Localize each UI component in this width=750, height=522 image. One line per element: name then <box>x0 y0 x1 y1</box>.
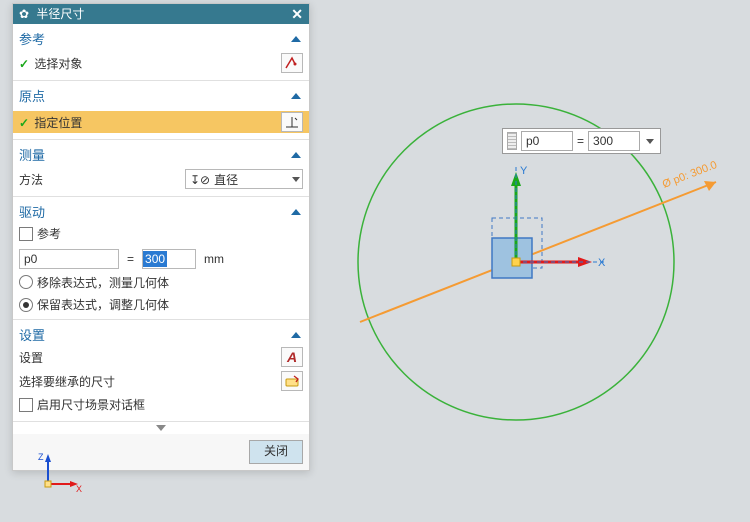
triad-x-label: X <box>76 484 82 494</box>
radio-keep-expr-label: 保留表达式，调整几何体 <box>37 296 169 313</box>
panel-title-text: 半径尺寸 <box>36 7 84 21</box>
reference-checkbox-label: 参考 <box>37 225 61 242</box>
radio-icon[interactable] <box>19 298 33 312</box>
pick-object-button[interactable] <box>281 53 303 73</box>
panel-title-left: ✿ 半径尺寸 <box>19 4 84 24</box>
section-head-origin[interactable]: 原点 <box>19 83 303 107</box>
inherit-dim-row[interactable]: 选择要继承的尺寸 <box>19 370 303 392</box>
expression-value-text: 300 <box>143 251 167 267</box>
expression-name-input[interactable]: p0 <box>19 249 119 269</box>
checkbox-icon[interactable] <box>19 398 33 412</box>
inherit-dim-label: 选择要继承的尺寸 <box>19 373 115 390</box>
close-icon[interactable]: ✕ <box>291 4 303 24</box>
section-head-reference[interactable]: 参考 <box>19 26 303 50</box>
section-drive: 驱动 参考 p0 = 300 mm 移除表达式，测量几何体 <box>13 197 309 320</box>
unit-select[interactable]: mm <box>200 249 230 269</box>
dimension-line <box>360 182 716 322</box>
floating-param-box[interactable]: p0 = 300 <box>502 128 661 154</box>
radio-remove-expr[interactable]: 移除表达式，测量几何体 <box>19 274 169 291</box>
method-select[interactable]: ↧⊘ 直径 <box>185 169 303 189</box>
section-title-drive: 驱动 <box>19 202 45 221</box>
triad-z-label: Z <box>38 452 44 462</box>
equals-label: = <box>577 134 584 148</box>
dropdown-icon <box>292 177 300 182</box>
specify-position-label: 指定位置 <box>34 116 82 130</box>
x-axis-arrow-head <box>578 257 592 267</box>
select-object-row[interactable]: ✓ 选择对象 <box>19 52 303 74</box>
settings-row-label: 设置 <box>19 349 43 366</box>
section-reference: 参考 ✓ 选择对象 <box>13 24 309 81</box>
select-object-label: 选择对象 <box>34 57 82 71</box>
dimension-arrow <box>704 181 716 191</box>
radio-remove-expr-label: 移除表达式，测量几何体 <box>37 274 169 291</box>
section-title-reference: 参考 <box>19 29 45 48</box>
section-title-origin: 原点 <box>19 86 45 105</box>
radio-icon[interactable] <box>19 275 33 289</box>
chevron-up-icon <box>291 332 301 338</box>
check-icon: ✓ <box>19 57 29 71</box>
origin-marker <box>512 258 520 266</box>
chevron-up-icon <box>291 152 301 158</box>
chevron-down-icon <box>156 425 166 431</box>
param-name-input[interactable]: p0 <box>521 131 573 151</box>
drag-handle-icon[interactable] <box>507 132 517 150</box>
chevron-up-icon <box>291 36 301 42</box>
expression-value-input[interactable]: 300 <box>142 249 196 269</box>
text-style-icon: A <box>287 349 297 365</box>
section-settings: 设置 设置 A 选择要继承的尺寸 启用尺寸场景对话框 <box>13 320 309 422</box>
param-value-input[interactable]: 300 <box>588 131 640 151</box>
sketch-rect <box>492 238 532 278</box>
viewport-bg: Y X Ø p0: 300.0 p0 = 300 ✿ 半径尺寸 ✕ 参考 <box>0 0 750 522</box>
diameter-icon: ↧⊘ <box>190 173 210 187</box>
specify-position-button[interactable] <box>281 112 303 132</box>
view-triad: X Z <box>38 450 82 494</box>
panel-collapse-handle[interactable] <box>13 425 309 431</box>
close-button[interactable]: 关闭 <box>249 440 303 464</box>
chevron-up-icon <box>291 209 301 215</box>
unit-label: mm <box>204 252 224 266</box>
check-icon: ✓ <box>19 116 29 130</box>
aux-rect-outline <box>492 218 542 268</box>
radio-keep-expr[interactable]: 保留表达式，调整几何体 <box>19 296 169 313</box>
equals-label: = <box>123 252 138 266</box>
dimension-label: Ø p0: 300.0 <box>661 159 719 191</box>
method-label: 方法 <box>19 171 43 188</box>
enable-scene-dialog-checkbox[interactable]: 启用尺寸场景对话框 <box>19 396 145 413</box>
section-measure: 测量 方法 ↧⊘ 直径 <box>13 140 309 197</box>
gear-icon: ✿ <box>19 7 29 21</box>
expression-row: p0 = 300 mm <box>19 248 303 270</box>
dropdown-icon[interactable] <box>646 139 654 144</box>
settings-row[interactable]: 设置 A <box>19 346 303 368</box>
section-head-measure[interactable]: 测量 <box>19 142 303 166</box>
section-origin: 原点 ✓ 指定位置 <box>13 81 309 140</box>
section-title-measure: 测量 <box>19 145 45 164</box>
x-axis-label: X <box>598 257 606 269</box>
method-row: 方法 ↧⊘ 直径 <box>19 168 303 190</box>
y-axis-label: Y <box>520 165 528 177</box>
chevron-up-icon <box>291 93 301 99</box>
section-title-settings: 设置 <box>19 325 45 344</box>
inherit-dim-button[interactable] <box>281 371 303 391</box>
section-head-settings[interactable]: 设置 <box>19 322 303 346</box>
specify-position-row[interactable]: ✓ 指定位置 <box>13 111 309 133</box>
text-style-button[interactable]: A <box>281 347 303 367</box>
enable-scene-dialog-label: 启用尺寸场景对话框 <box>37 396 145 413</box>
checkbox-icon[interactable] <box>19 227 33 241</box>
reference-checkbox-row[interactable]: 参考 <box>19 225 61 242</box>
method-value: 直径 <box>214 173 238 187</box>
y-axis-arrow-head <box>511 172 521 186</box>
section-head-drive[interactable]: 驱动 <box>19 199 303 223</box>
dialog-panel: ✿ 半径尺寸 ✕ 参考 ✓ 选择对象 原 <box>12 3 310 471</box>
panel-titlebar[interactable]: ✿ 半径尺寸 ✕ <box>13 4 309 24</box>
